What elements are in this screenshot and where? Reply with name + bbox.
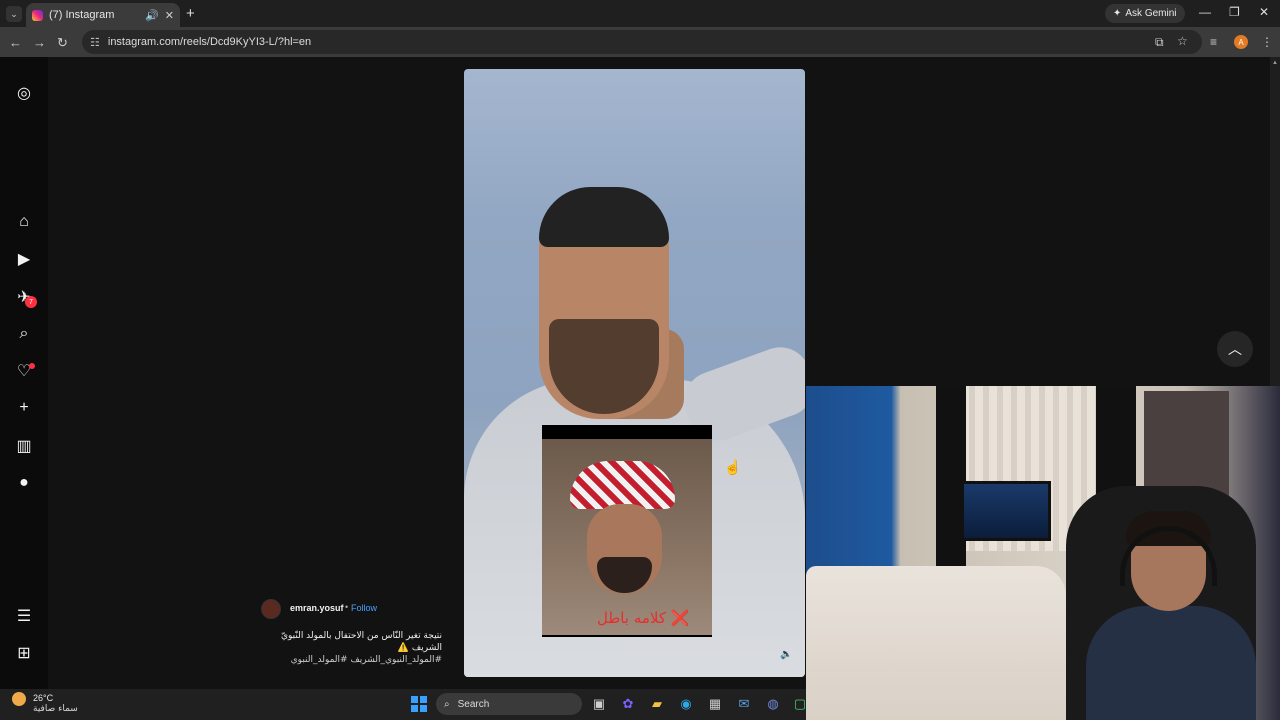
user-avatar[interactable] <box>261 599 281 619</box>
search-icon[interactable]: ⌕ <box>14 324 34 344</box>
close-window-icon[interactable]: ✕ <box>1259 5 1269 19</box>
reading-list-icon[interactable]: ≡ <box>1210 35 1217 49</box>
room-bed <box>806 566 1066 720</box>
scroll-up-arrow-icon[interactable]: ▲ <box>1272 60 1278 70</box>
tab-title: (7) Instagram <box>49 9 115 21</box>
reels-icon[interactable]: ▶ <box>14 249 34 269</box>
separator-dot: • <box>345 602 349 612</box>
taskbar-search-icon: ⌕ <box>444 698 450 710</box>
webcam-overlay <box>806 386 1280 720</box>
profile-avatar[interactable]: A <box>1234 35 1248 49</box>
tab-search-icon[interactable]: ⌄ <box>6 6 22 22</box>
forward-icon[interactable]: → <box>33 35 46 50</box>
task-view-icon[interactable]: ▣ <box>590 695 608 713</box>
instagram-favicon-icon <box>32 9 43 21</box>
username[interactable]: emran.yosuf <box>290 603 344 613</box>
bookmark-star-icon[interactable]: ☆ <box>1177 34 1188 48</box>
streamer <box>1086 506 1256 720</box>
taskbar-search-label: Search <box>457 698 490 710</box>
site-info-icon[interactable]: ☷ <box>90 36 100 49</box>
cast-icon[interactable]: ⧉ <box>1155 35 1164 50</box>
more-menu-icon[interactable]: ☰ <box>14 606 34 626</box>
close-tab-icon[interactable]: ✕ <box>165 9 174 22</box>
streamer-body <box>1086 606 1256 720</box>
keffiyeh <box>570 461 675 509</box>
messages-badge: 7 <box>25 296 37 308</box>
edge-icon[interactable]: ◉ <box>677 695 695 713</box>
store-icon[interactable]: ▦ <box>706 695 724 713</box>
copilot-icon[interactable]: ✿ <box>619 695 637 713</box>
follow-button[interactable]: Follow <box>351 603 377 613</box>
video-hair <box>539 187 669 247</box>
reel-video[interactable]: كلامه باطل ❌ 🔈 <box>464 69 805 677</box>
mail-icon[interactable]: ✉ <box>735 695 753 713</box>
address-bar[interactable]: ☷ instagram.com/reels/Dcd9KyYI3-L/?hl=en <box>82 30 1202 54</box>
windows-start-icon[interactable] <box>411 696 427 712</box>
weather-temperature[interactable]: 26°C <box>33 693 53 703</box>
create-plus-icon[interactable]: + <box>14 398 34 418</box>
tab-instagram[interactable]: (7) Instagram 🔊 ✕ <box>26 3 180 27</box>
speaker-icon[interactable]: 🔊 <box>145 9 159 22</box>
taskbar-search[interactable]: ⌕ Search <box>436 693 582 715</box>
minimize-icon[interactable]: — <box>1199 5 1211 19</box>
mouse-cursor-icon: ☝ <box>724 459 742 475</box>
ask-gemini-label: Ask Gemini <box>1125 8 1177 19</box>
reload-icon[interactable]: ↻ <box>57 35 68 51</box>
home-icon[interactable]: ⌂ <box>14 212 34 232</box>
menu-dots-icon[interactable]: ⋮ <box>1261 35 1273 49</box>
back-icon[interactable]: ← <box>9 35 22 50</box>
notification-dot <box>29 363 35 369</box>
dashboard-icon[interactable]: ▥ <box>14 436 34 456</box>
weather-description[interactable]: سماء صافية <box>33 704 78 714</box>
inset-caption: كلامه باطل ❌ <box>597 609 690 627</box>
gemini-sparkle-icon: ✦ <box>1113 8 1122 19</box>
app-icon[interactable]: ▢ <box>791 695 809 713</box>
inset-image: كلامه باطل ❌ <box>542 439 712 635</box>
scroll-up-button[interactable]: ︿ <box>1217 331 1253 367</box>
new-tab-button[interactable]: + <box>186 5 195 22</box>
discord-icon[interactable]: ◍ <box>764 695 782 713</box>
url-text: instagram.com/reels/Dcd9KyYI3-L/?hl=en <box>107 36 312 48</box>
instagram-logo-icon[interactable]: ◎ <box>14 83 34 103</box>
room-tv <box>961 481 1051 541</box>
inset-video: كلامه باطل ❌ <box>542 425 712 637</box>
also-from-meta-icon[interactable]: ⊞ <box>14 643 34 663</box>
restore-icon[interactable]: ❐ <box>1229 5 1240 19</box>
post-hashtags[interactable]: #المولد_النبوي_الشريف #المولد_النبوي <box>250 655 442 665</box>
ask-gemini-button[interactable]: ✦ Ask Gemini <box>1105 4 1185 23</box>
profile-icon[interactable]: ● <box>14 473 34 493</box>
weather-icon[interactable] <box>12 692 26 706</box>
post-description: نتيجة تغير النّاس من الاحتفال بالمولد ال… <box>280 631 442 653</box>
file-explorer-icon[interactable]: ▰ <box>648 695 666 713</box>
audio-toggle-icon[interactable]: 🔈 <box>780 649 792 660</box>
